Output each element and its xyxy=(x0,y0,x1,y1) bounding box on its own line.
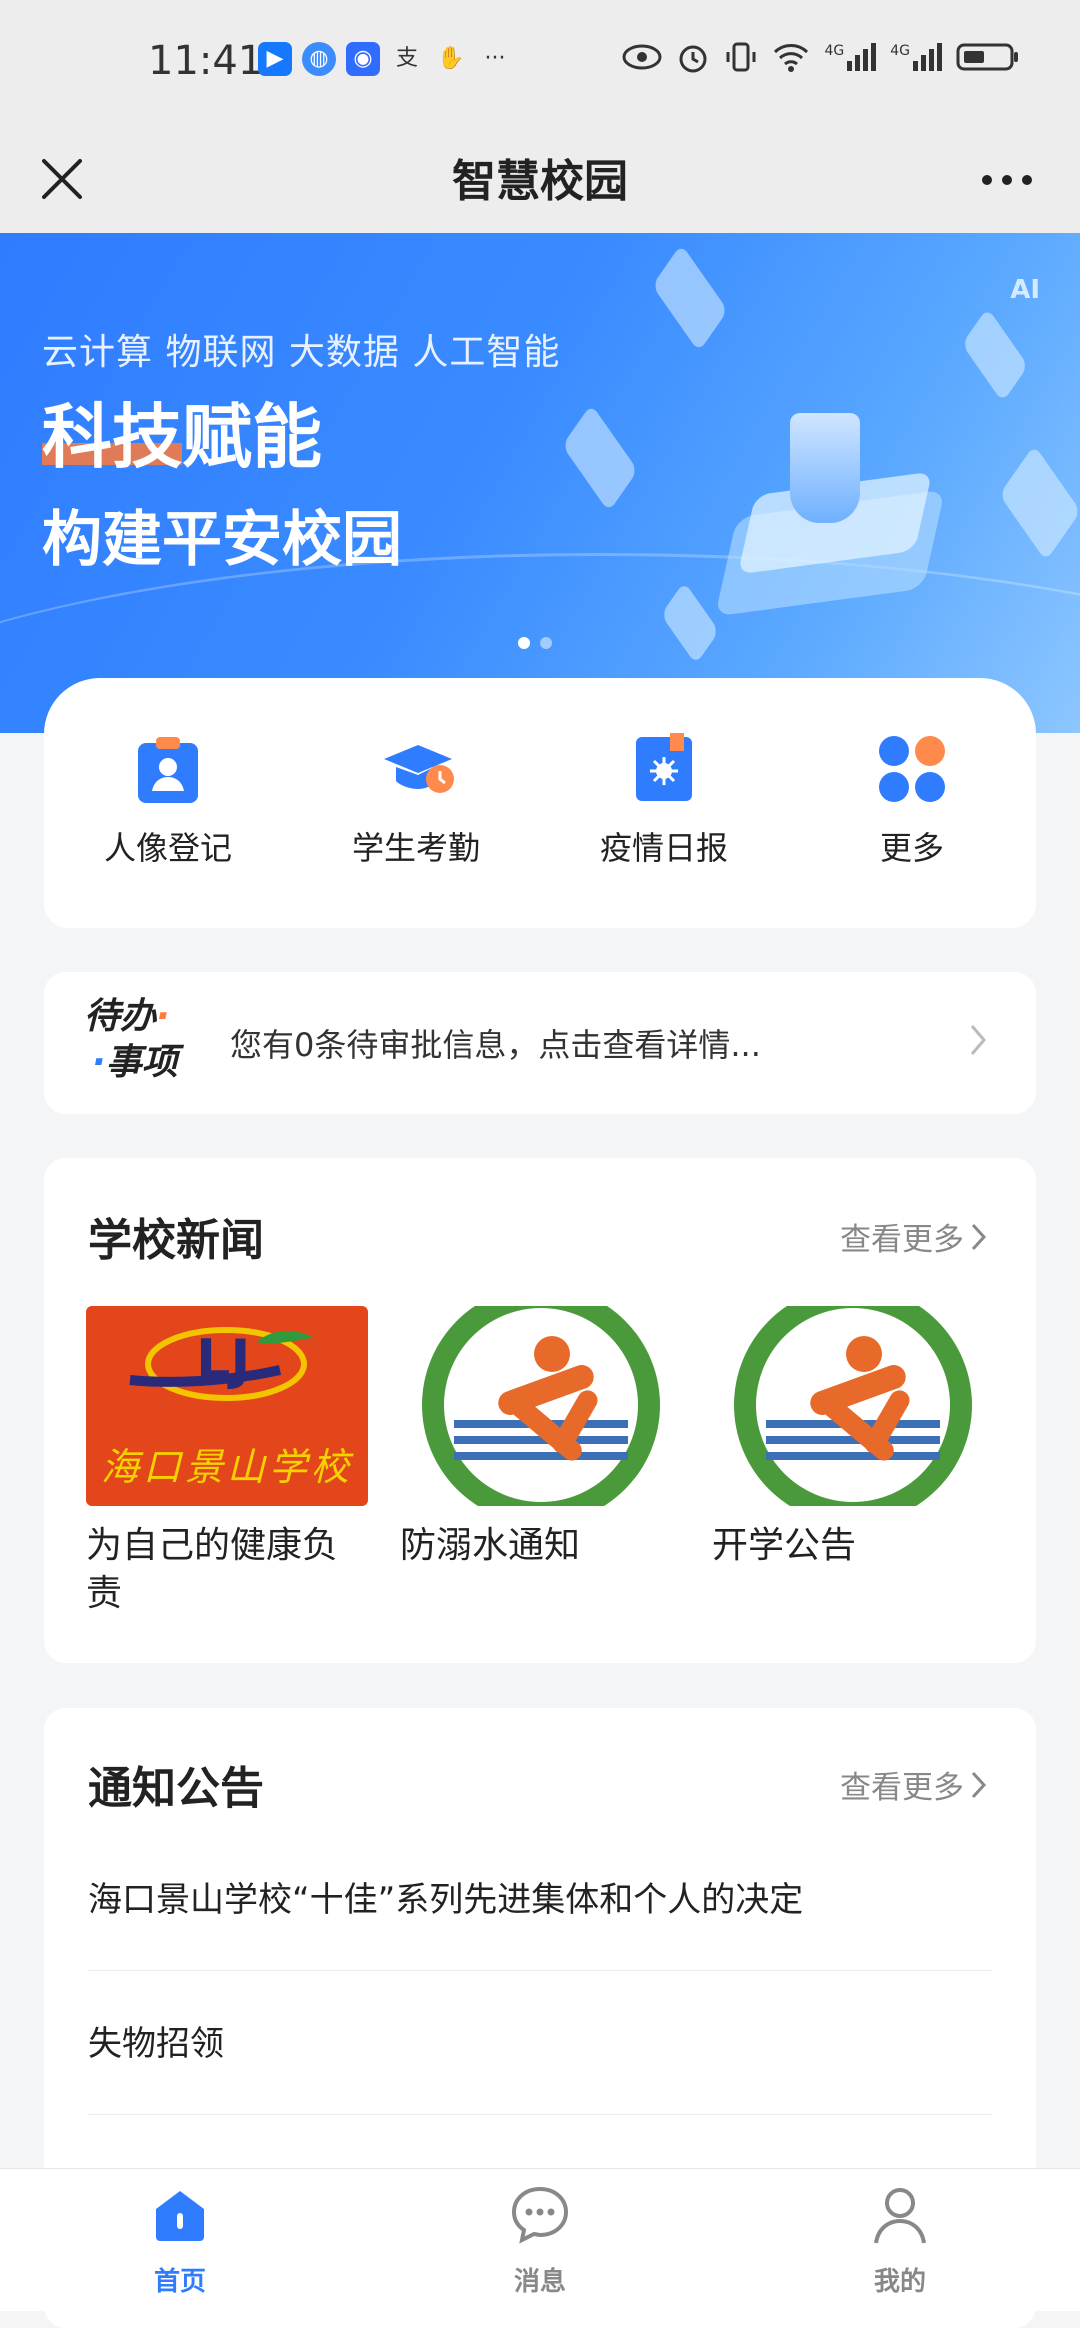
chevron-right-icon xyxy=(971,1771,987,1798)
banner-subtitle: 云计算 物联网 大数据 人工智能 xyxy=(42,332,561,373)
news-see-more-link[interactable]: 查看更多 xyxy=(840,1214,988,1259)
section-title: 学校新闻 xyxy=(88,1215,264,1266)
news-thumbnail xyxy=(400,1306,682,1506)
profile-icon xyxy=(874,2188,926,2244)
quick-item-more[interactable]: 更多 xyxy=(812,733,1012,869)
status-right-icons: 4G 4G xyxy=(622,40,1020,74)
battery-icon xyxy=(956,43,1018,71)
banner-headline: 科技赋能 xyxy=(42,396,322,478)
signal-4g-icon: 4G xyxy=(824,43,877,71)
bottom-tab-bar: 首页 消息 我的 xyxy=(0,2168,1080,2311)
more-dot-icon xyxy=(982,175,992,185)
quick-item-label: 学生考勤 xyxy=(351,829,480,867)
status-time: 11:41 xyxy=(148,38,264,84)
pagination-dot-active[interactable] xyxy=(518,637,530,649)
tab-label: 消息 xyxy=(513,2267,566,2297)
todo-logo-line1: 待办· xyxy=(84,996,170,1037)
news-thumbnail xyxy=(712,1306,994,1506)
see-more-label: 查看更多 xyxy=(840,1770,964,1806)
todo-message: 您有0条待审批信息，点击查看详情... xyxy=(230,1026,761,1064)
tab-label: 我的 xyxy=(873,2267,926,2297)
more-dot-icon xyxy=(1002,175,1012,185)
quick-item-portrait-register[interactable]: 人像登记 xyxy=(68,733,268,869)
news-thumbnail: LJ 海口景山学校 xyxy=(86,1306,368,1506)
banner-decoration xyxy=(999,444,1080,562)
banner-platform-illustration xyxy=(700,413,960,617)
network-type-label: 4G xyxy=(824,43,845,59)
tab-label: 首页 xyxy=(153,2267,206,2297)
news-item[interactable]: 开学公告 xyxy=(712,1306,994,1570)
divider xyxy=(88,1970,992,1971)
banner-headline-secondary: 构建平安校园 xyxy=(42,505,402,575)
graduation-cap-clock-icon xyxy=(380,733,454,805)
banner-decoration xyxy=(562,403,638,513)
quick-item-label: 更多 xyxy=(879,829,944,867)
school-badge-icon xyxy=(734,1306,972,1506)
network-type-label: 4G xyxy=(890,43,910,59)
school-logo-icon: LJ xyxy=(129,1327,314,1401)
portrait-register-icon xyxy=(132,733,204,805)
news-item-title: 开学公告 xyxy=(712,1525,857,1566)
tab-home[interactable]: 首页 xyxy=(100,2183,260,2298)
news-item[interactable]: LJ 海口景山学校 为自己的健康负责 xyxy=(86,1306,368,1618)
app-icon: ◉ xyxy=(346,42,380,76)
news-thumbnail-caption: 海口景山学校 xyxy=(100,1445,353,1489)
todo-logo-line2: ·事项 xyxy=(92,1042,178,1083)
alarm-icon xyxy=(679,45,707,73)
quick-item-label: 人像登记 xyxy=(103,829,232,867)
message-icon xyxy=(511,2186,569,2244)
status-bar: 11:41 ▶ ◍ ◉ 支 ✋ ··· 4G 4G xyxy=(0,0,1080,125)
epidemic-report-icon xyxy=(628,733,700,805)
more-notifications-icon: ··· xyxy=(484,46,506,71)
vibrate-icon xyxy=(726,42,756,72)
news-item[interactable]: 防溺水通知 xyxy=(400,1306,682,1570)
tab-messages[interactable]: 消息 xyxy=(460,2183,620,2298)
signal-4g-icon: 4G xyxy=(890,43,942,71)
banner-logo: AI xyxy=(1010,275,1040,305)
todo-card[interactable]: 待办· ·事项 您有0条待审批信息，点击查看详情... xyxy=(44,972,1036,1114)
eye-icon xyxy=(622,44,662,70)
wifi-icon xyxy=(774,44,809,72)
promo-banner[interactable]: AI 云计算 物联网 大数据 人工智能 科技赋能 构建平安校园 xyxy=(0,233,1080,733)
title-bar: 智慧校园 xyxy=(0,125,1080,233)
app-notification-icon: ▶ xyxy=(258,42,292,76)
status-left-icons: ▶ ◍ ◉ 支 ✋ ··· xyxy=(258,42,512,76)
more-options-button[interactable] xyxy=(972,160,1042,200)
news-item-title: 防溺水通知 xyxy=(400,1525,581,1566)
divider xyxy=(88,2114,992,2115)
banner-pagination xyxy=(518,637,552,649)
quick-item-epidemic-report[interactable]: 疫情日报 xyxy=(564,733,764,869)
alipay-icon: 支 xyxy=(395,46,418,71)
quick-menu-card: 人像登记 学生考勤 疫情日报 更多 xyxy=(44,678,1036,928)
hand-icon: ✋ xyxy=(437,46,465,71)
chevron-right-icon xyxy=(970,1025,986,1055)
svg-text:LJ: LJ xyxy=(196,1328,251,1391)
see-more-label: 查看更多 xyxy=(840,1222,964,1258)
section-title: 通知公告 xyxy=(88,1763,264,1814)
chevron-right-icon xyxy=(971,1223,987,1250)
banner-decoration xyxy=(961,307,1029,403)
todo-logo-text: 待办 xyxy=(84,996,157,1037)
page-title: 智慧校园 xyxy=(452,156,628,207)
more-dot-icon xyxy=(1022,175,1032,185)
banner-decoration xyxy=(652,243,728,353)
notice-item[interactable]: 失物招领 xyxy=(88,2016,992,2065)
pagination-dot[interactable] xyxy=(540,637,552,649)
todo-logo: 待办· ·事项 xyxy=(84,994,194,1094)
quick-item-label: 疫情日报 xyxy=(599,829,728,867)
home-icon xyxy=(156,2191,204,2241)
school-badge-icon xyxy=(422,1306,660,1506)
notice-see-more-link[interactable]: 查看更多 xyxy=(840,1762,988,1807)
todo-logo-text: 事项 xyxy=(105,1042,178,1083)
quick-item-attendance[interactable]: 学生考勤 xyxy=(316,733,516,869)
news-item-title: 为自己的健康负责 xyxy=(86,1525,339,1614)
browser-icon: ◍ xyxy=(302,42,336,76)
tab-profile[interactable]: 我的 xyxy=(820,2183,980,2298)
notice-item[interactable]: 海口景山学校“十佳”系列先进集体和个人的决定 xyxy=(88,1872,992,1921)
more-apps-icon xyxy=(876,733,948,805)
school-news-card: 学校新闻 查看更多 LJ 海口景山学校 为自己的健康负责 防溺水通知 开学公告 xyxy=(44,1158,1036,1663)
